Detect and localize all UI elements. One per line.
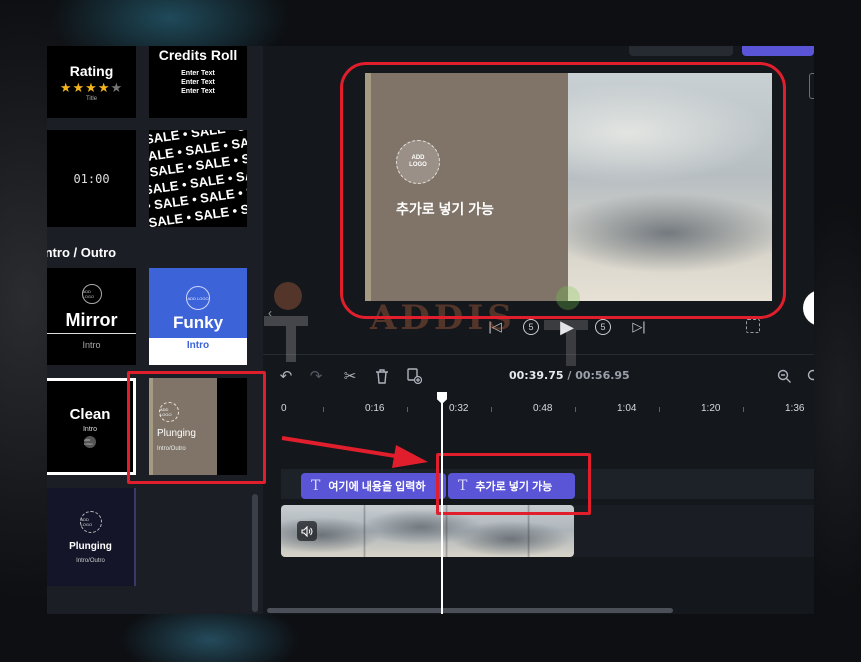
volume-icon[interactable] <box>297 521 317 541</box>
preview-strip <box>365 73 371 301</box>
text-clip-label: 추가로 넣기 가능 <box>475 481 553 493</box>
template-tile-plunging[interactable]: ADD LOGO Plunging Intro/Outro <box>149 378 247 475</box>
tile-title: Mirror <box>65 309 118 330</box>
timeline: ↶ ↷ ✂ 00:39.75 / 00:56.95 0 0:16 0:32 0:… <box>263 354 814 614</box>
playback-controls: |◁ 5 ▶ 5 ▷| <box>484 316 650 338</box>
aspect-ratio-button[interactable] <box>809 73 814 99</box>
tile-title: Clean <box>69 405 111 423</box>
zoom-in-icon[interactable] <box>803 365 814 387</box>
section-title: Intro / Outro <box>47 245 117 260</box>
template-tile-clean[interactable]: Clean Intro ADD LOGO <box>47 378 136 475</box>
ruler-tick: 0:48 <box>533 403 553 414</box>
text-clip[interactable]: T 여기에 내용을 입력하 <box>301 473 446 499</box>
tile-strip <box>149 378 153 475</box>
collapse-panel-chevron-icon[interactable]: ‹ <box>264 301 276 325</box>
template-tile-funky[interactable]: ADD LOGO Funky Intro <box>149 268 247 365</box>
tile-footer: Intro <box>149 338 247 365</box>
scissors-icon[interactable]: ✂ <box>339 365 361 387</box>
text-clip[interactable]: T 추가로 넣기 가능 <box>448 473 575 499</box>
tile-lines: Enter Text Enter Text Enter Text <box>181 70 215 95</box>
template-tile-sale[interactable]: SALE • SALE • SALE • SALE SALE • SALE • … <box>149 130 247 227</box>
skip-forward-icon[interactable]: ▷| <box>628 316 650 338</box>
add-logo-icon: ADD LOGO <box>186 286 210 310</box>
panel-scrollbar[interactable] <box>252 494 258 612</box>
ruler-tick: 0:16 <box>365 403 385 414</box>
tile-title: Funky <box>172 313 224 332</box>
tile-title: Plunging <box>69 540 112 552</box>
trash-icon[interactable] <box>371 365 393 387</box>
ruler-minor-tick <box>743 407 744 412</box>
text-clip-label: 여기에 내용을 입력하 <box>328 481 426 493</box>
tile-subtitle: Intro <box>186 340 210 351</box>
add-logo-placeholder[interactable]: ADD LOGO <box>396 140 440 184</box>
timeline-ruler[interactable]: 0 0:16 0:32 0:48 1:04 1:20 1:36 <box>281 401 814 425</box>
add-logo-text: ADD LOGO <box>409 155 427 168</box>
playhead[interactable] <box>441 395 443 614</box>
template-tile-plunging-dark[interactable]: ADD LOGO Plunging Intro/Outro <box>47 488 136 586</box>
tile-subtitle: Intro <box>82 425 97 433</box>
play-icon[interactable]: ▶ <box>556 316 578 338</box>
template-tile-credits-roll[interactable]: Credits Roll Enter Text Enter Text Enter… <box>149 46 247 118</box>
text-icon: T <box>458 478 468 494</box>
preview-canvas[interactable]: ADD LOGO 추가로 넣기 가능 <box>365 73 772 301</box>
tile-panel: ADD LOGO Plunging Intro/Outro <box>149 378 217 475</box>
template-panel: Rating ★★★★★ Title Credits Roll Enter Te… <box>47 46 263 614</box>
tile-subtitle: Intro/Outro <box>76 557 105 564</box>
add-logo-icon: ADD LOGO <box>159 401 179 422</box>
tile-subtitle: Intro <box>82 339 101 350</box>
tile-subtitle: Title <box>85 95 98 102</box>
total-time: 00:56.95 <box>575 369 630 382</box>
tile-title: Plunging <box>157 427 196 439</box>
video-clip[interactable] <box>281 505 574 557</box>
divider <box>47 332 136 334</box>
template-tile-mirror[interactable]: ADD LOGO Mirror Intro <box>47 268 136 365</box>
timeline-toolbar: ↶ ↷ ✂ 00:39.75 / 00:56.95 <box>263 365 814 389</box>
current-time: 00:39.75 <box>509 369 564 382</box>
export-button[interactable] <box>742 46 814 56</box>
tile-title: Rating <box>69 62 114 79</box>
fullscreen-icon[interactable] <box>746 319 760 333</box>
ruler-minor-tick <box>659 407 660 412</box>
zoom-out-icon[interactable] <box>773 365 795 387</box>
preview-sky-image <box>568 73 772 301</box>
text-track: T 여기에 내용을 입력하 T 추가로 넣기 가능 <box>281 469 814 499</box>
text-icon: T <box>311 478 321 494</box>
ruler-tick: 0:32 <box>449 403 469 414</box>
forward-5-button[interactable]: 5 <box>592 316 614 338</box>
preview-left-panel <box>365 73 568 301</box>
sale-pattern: SALE • SALE • SALE • SALE SALE • SALE • … <box>149 130 247 227</box>
add-logo-icon: ADD LOGO <box>84 435 96 448</box>
time-separator: / <box>563 369 576 382</box>
rewind-5-button[interactable]: 5 <box>520 316 542 338</box>
ruler-tick: 1:20 <box>701 403 721 414</box>
ruler-minor-tick <box>491 407 492 412</box>
ruler-tick: 0 <box>281 403 287 414</box>
ruler-minor-tick <box>323 407 324 412</box>
rating-stars-icon: ★★★★★ <box>59 79 124 95</box>
video-track <box>281 505 814 557</box>
skip-back-icon[interactable]: |◁ <box>484 316 506 338</box>
undo-icon[interactable]: ↶ <box>275 365 297 387</box>
preview-caption[interactable]: 추가로 넣기 가능 <box>396 199 494 219</box>
tile-title: 01:00 <box>73 171 110 186</box>
template-tile-timer[interactable]: 01:00 <box>47 130 136 227</box>
timecode: 00:39.75 / 00:56.95 <box>509 369 630 382</box>
timeline-scrollbar[interactable] <box>267 608 673 613</box>
template-tile-rating[interactable]: Rating ★★★★★ Title <box>47 46 136 118</box>
ruler-tick: 1:04 <box>617 403 637 414</box>
tile-subtitle: Intro/Outro <box>157 445 186 452</box>
ruler-minor-tick <box>575 407 576 412</box>
toolbar-dropdown[interactable] <box>629 46 733 56</box>
add-logo-icon: ADD LOGO <box>81 283 102 304</box>
redo-icon[interactable]: ↷ <box>305 365 327 387</box>
ruler-tick: 1:36 <box>785 403 805 414</box>
duplicate-icon[interactable] <box>403 365 425 387</box>
help-bubble-button[interactable] <box>803 290 814 326</box>
ruler-minor-tick <box>407 407 408 412</box>
add-logo-icon: ADD LOGO <box>79 510 102 533</box>
video-editor-window: Rating ★★★★★ Title Credits Roll Enter Te… <box>47 46 814 614</box>
tile-title: Credits Roll <box>158 47 238 63</box>
